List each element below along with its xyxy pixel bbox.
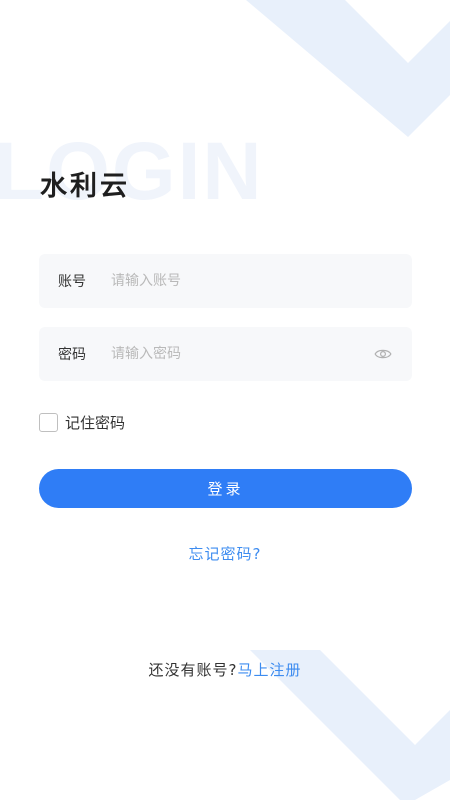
register-prompt: 还没有账号? [148, 661, 238, 679]
remember-password-option[interactable]: 记住密码 [39, 412, 125, 433]
password-label: 密码 [58, 347, 86, 363]
login-button[interactable]: 登录 [39, 469, 412, 508]
forgot-password-link[interactable]: 忘记密码? [0, 543, 450, 564]
account-input[interactable] [111, 254, 412, 308]
password-field: 密码 [39, 327, 412, 381]
background-decoration [246, 0, 450, 800]
eye-icon [374, 349, 392, 359]
password-visibility-toggle[interactable] [365, 336, 401, 372]
remember-password-checkbox[interactable] [39, 413, 58, 432]
remember-password-label: 记住密码 [65, 414, 126, 432]
register-link[interactable]: 马上注册 [237, 661, 301, 679]
password-input[interactable] [111, 327, 365, 381]
account-label: 账号 [58, 274, 86, 290]
app-title: 水利云 [40, 171, 130, 202]
register-row: 还没有账号?马上注册 [0, 659, 450, 680]
account-field: 账号 [39, 254, 412, 308]
